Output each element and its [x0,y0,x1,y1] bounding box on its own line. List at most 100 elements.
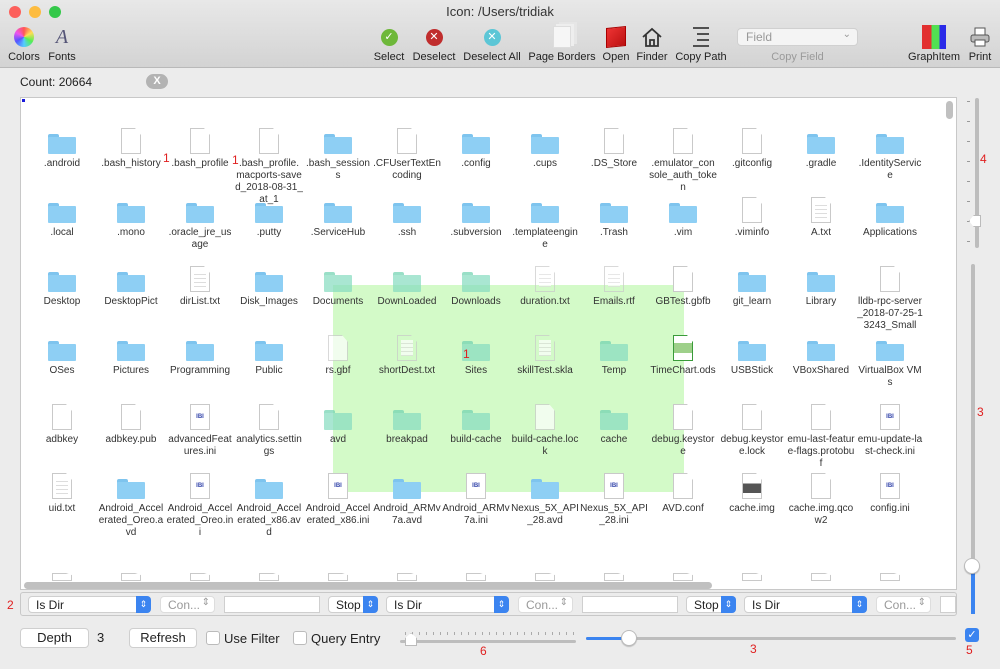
grid-item[interactable]: .oracle_jre_usage [166,195,234,251]
grid-item[interactable]: IBI advancedFeatures.ini [166,402,234,458]
grid-item[interactable]: IBI emu-update-last-check.ini [856,402,924,458]
select-button[interactable]: ✓ Select [370,24,408,63]
graph-item-button[interactable]: GraphItem [908,24,960,63]
grid-item[interactable]: adbkey.pub [97,402,165,446]
grid-item[interactable]: GBTest.gbfb [649,264,717,308]
filter-op-select[interactable]: Con... ⇕ [160,596,215,613]
grid-item[interactable]: Android_Accelerated_Oreo.avd [97,471,165,539]
finder-button[interactable]: Finder [635,24,669,63]
grid-item[interactable]: build-cache.lock [511,402,579,458]
grid-item[interactable]: .DS_Store [580,126,648,170]
icon-grid[interactable]: .android .bash_history .bash_profile .bash_… [20,97,957,590]
grid-item[interactable]: rs.gbf [304,333,372,377]
grid-item[interactable]: Pictures [97,333,165,377]
use-filter-checkbox[interactable] [206,631,220,645]
filter-value-input[interactable] [940,596,956,613]
horizontal-slider-large-thumb[interactable] [621,630,638,646]
grid-item[interactable]: .putty [235,195,303,239]
grid-item[interactable]: .emulator_console_auth_token [649,126,717,194]
filter-field-select[interactable]: Is Dir ⇕ [386,596,509,613]
grid-item[interactable]: Documents [304,264,372,308]
grid-item[interactable]: adbkey [28,402,96,446]
grid-item[interactable]: Public [235,333,303,377]
filter-action-select[interactable]: Stop ⇕ [686,596,736,613]
grid-item[interactable]: cache.img [718,471,786,515]
grid-item[interactable]: debug.keystore.lock [718,402,786,458]
fonts-button[interactable]: A Fonts [46,24,78,64]
grid-item[interactable]: .IdentityService [856,126,924,182]
grid-item[interactable]: .local [28,195,96,239]
option-checkbox[interactable]: ✓ [965,628,979,642]
filter-value-input[interactable] [224,596,320,613]
vertical-scrollbar[interactable] [946,101,953,119]
grid-item[interactable]: Emails.rtf [580,264,648,308]
grid-item[interactable]: OSes [28,333,96,377]
grid-item[interactable]: breakpad [373,402,441,446]
grid-item[interactable]: Programming [166,333,234,377]
grid-item[interactable]: cache.img.qcow2 [787,471,855,527]
colors-button[interactable]: Colors [6,24,42,63]
vertical-slider-large-thumb[interactable] [964,558,980,574]
grid-item[interactable]: .gitconfig [718,126,786,170]
grid-item[interactable]: shortDest.txt [373,333,441,377]
grid-item[interactable]: Temp [580,333,648,377]
grid-item[interactable]: debug.keystore [649,402,717,458]
grid-item[interactable]: Nexus_5X_API_28.avd [511,471,579,527]
grid-item[interactable]: VBoxShared [787,333,855,377]
grid-item[interactable]: DesktopPict [97,264,165,308]
grid-item[interactable]: .mono [97,195,165,239]
grid-item[interactable]: .bash_sessions [304,126,372,182]
grid-item[interactable]: .config [442,126,510,170]
grid-item[interactable]: .cups [511,126,579,170]
filter-field-select[interactable]: Is Dir ⇕ [28,596,151,613]
vertical-slider-large[interactable] [971,264,975,564]
grid-item[interactable]: .bash_profile.macports-saved_2018-08-31_… [235,126,303,206]
grid-item[interactable]: .vim [649,195,717,239]
grid-item[interactable]: dirList.txt [166,264,234,308]
grid-item[interactable]: .android [28,126,96,170]
vertical-slider-small-thumb[interactable] [969,215,981,227]
grid-item[interactable]: skillTest.skla [511,333,579,377]
grid-item[interactable]: USBStick [718,333,786,377]
deselect-button[interactable]: ✕ Deselect [411,24,457,63]
grid-item[interactable]: Downloads [442,264,510,308]
filter-field-select[interactable]: Is Dir ⇕ [744,596,867,613]
horizontal-slider-small[interactable] [400,640,576,643]
grid-item[interactable]: IBI Android_ARMv7a.ini [442,471,510,527]
grid-item[interactable]: .gradle [787,126,855,170]
clear-button[interactable]: X [146,74,168,89]
query-entry-checkbox[interactable] [293,631,307,645]
grid-item[interactable]: uid.txt [28,471,96,515]
horizontal-scrollbar[interactable] [24,582,712,589]
copy-path-button[interactable]: Copy Path [674,24,728,63]
filter-action-select[interactable]: Stop ⇕ [328,596,378,613]
refresh-button[interactable]: Refresh [129,628,197,648]
grid-item[interactable]: emu-last-feature-flags.protobuf [787,402,855,470]
filter-op-select[interactable]: Con... ⇕ [876,596,931,613]
filter-value-input[interactable] [582,596,678,613]
grid-item[interactable]: AVD.conf [649,471,717,515]
page-borders-button[interactable]: Page Borders [528,24,596,63]
open-button[interactable]: Open [602,24,630,63]
grid-item[interactable]: .bash_history [97,126,165,170]
grid-item[interactable]: IBI config.ini [856,471,924,515]
grid-item[interactable]: Applications [856,195,924,239]
grid-item[interactable]: A.txt [787,195,855,239]
grid-item[interactable]: Disk_Images [235,264,303,308]
grid-item[interactable]: duration.txt [511,264,579,308]
grid-item[interactable]: .subversion [442,195,510,239]
grid-item[interactable]: .viminfo [718,195,786,239]
grid-item[interactable]: git_learn [718,264,786,308]
print-button[interactable]: Print [965,24,995,63]
grid-item[interactable]: IBI Nexus_5X_API_28.ini [580,471,648,527]
grid-item[interactable]: Sites [442,333,510,377]
depth-button[interactable]: Depth [20,628,89,648]
grid-item[interactable]: cache [580,402,648,446]
copy-field-label[interactable]: Copy Field [737,51,858,63]
grid-item[interactable]: .ssh [373,195,441,239]
grid-item[interactable]: .bash_profile [166,126,234,170]
horizontal-slider-large[interactable] [586,637,956,640]
grid-item[interactable]: Android_Accelerated_x86.avd [235,471,303,539]
grid-item[interactable]: lldb-rpc-server_2018-07-25-13243_Small [856,264,924,332]
field-select[interactable]: Field ⌄ [737,28,858,46]
